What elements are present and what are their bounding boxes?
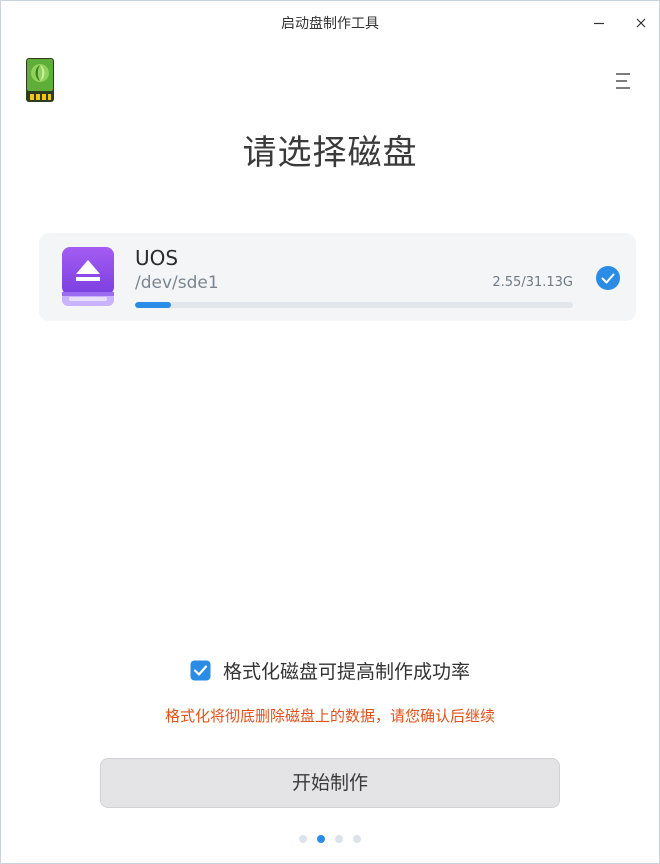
start-button[interactable]: 开始制作 xyxy=(100,758,560,808)
disk-usage: 2.55/31.13G xyxy=(492,275,573,290)
check-circle-icon xyxy=(596,266,620,290)
titlebar: 启动盘制作工具 xyxy=(1,1,659,45)
disk-usage-bar xyxy=(135,302,573,308)
disk-item[interactable]: UOS /dev/sde1 2.55/31.13G xyxy=(39,233,636,321)
format-warning: 格式化将彻底删除磁盘上的数据，请您确认后继续 xyxy=(164,707,495,725)
minimize-icon xyxy=(594,22,604,25)
page-dot[interactable] xyxy=(335,835,343,843)
format-option: 格式化磁盘可提高制作成功率 xyxy=(1,657,659,687)
close-button[interactable] xyxy=(627,9,655,37)
disk-name: UOS xyxy=(135,246,179,270)
menu-icon xyxy=(616,73,630,89)
disk-usage-fill xyxy=(135,302,171,308)
format-checkbox-group[interactable]: 格式化磁盘可提高制作成功率 xyxy=(190,657,470,684)
app-logo xyxy=(24,56,56,104)
format-label: 格式化磁盘可提高制作成功率 xyxy=(222,661,470,683)
disk-icon-wrapper xyxy=(61,246,115,308)
usb-drive-icon xyxy=(26,58,54,102)
app-window: 启动盘制作工具 请选择磁盘 UOS /dev/sde1 2.55/31.13G … xyxy=(0,0,660,864)
page-dot[interactable] xyxy=(353,835,361,843)
page-dot[interactable] xyxy=(317,835,325,843)
page-dot[interactable] xyxy=(299,835,307,843)
page-indicator xyxy=(1,835,659,843)
disk-selected-indicator xyxy=(596,266,620,290)
checkbox-checked-icon[interactable] xyxy=(190,660,211,681)
window-title: 启动盘制作工具 xyxy=(281,16,379,32)
page-title: 请选择磁盘 xyxy=(242,133,418,173)
minimize-button[interactable] xyxy=(585,9,613,37)
main-menu-button[interactable] xyxy=(609,67,637,95)
close-icon xyxy=(636,18,646,28)
removable-disk-icon xyxy=(62,247,114,306)
disk-path: /dev/sde1 xyxy=(135,273,219,293)
